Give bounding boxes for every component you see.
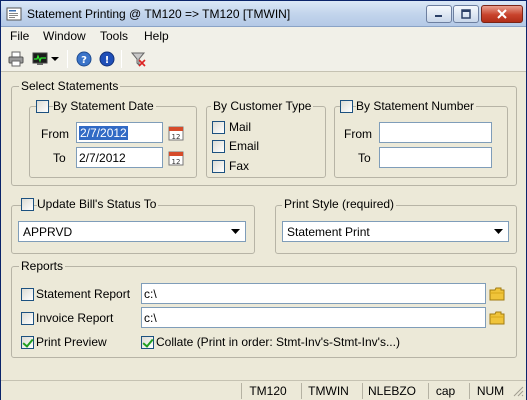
mail-checkbox[interactable] bbox=[212, 121, 225, 134]
calendar-icon[interactable]: 12 bbox=[168, 150, 184, 166]
monitor-button[interactable] bbox=[30, 49, 50, 69]
menu-help[interactable]: Help bbox=[144, 29, 169, 43]
printer-icon bbox=[8, 51, 24, 67]
title-bar[interactable]: Statement Printing @ TM120 => TM120 [TMW… bbox=[1, 1, 526, 27]
update-status-label: Update Bill's Status To bbox=[37, 197, 159, 211]
help-icon: ? bbox=[76, 51, 92, 67]
window-title: Statement Printing @ TM120 => TM120 [TMW… bbox=[27, 7, 291, 21]
clear-filter-button[interactable] bbox=[128, 49, 148, 69]
monitor-icon bbox=[32, 52, 48, 65]
status-bar: TM120 TMWIN NLEBZO cap NUM bbox=[1, 380, 526, 400]
status-user: NLEBZO bbox=[362, 383, 421, 399]
maximize-button[interactable] bbox=[453, 5, 479, 23]
minimize-button[interactable] bbox=[426, 5, 452, 23]
folder-icon[interactable] bbox=[489, 287, 505, 301]
invoice-report-label: Invoice Report bbox=[36, 311, 114, 325]
print-preview-checkbox[interactable] bbox=[21, 336, 34, 349]
toolbar-separator bbox=[121, 50, 122, 68]
app-icon bbox=[6, 7, 22, 21]
svg-text:12: 12 bbox=[172, 158, 181, 166]
number-from-input[interactable] bbox=[379, 122, 492, 143]
number-to-label: To bbox=[358, 151, 371, 165]
print-style-select-arrow[interactable] bbox=[491, 224, 506, 239]
close-icon bbox=[497, 9, 507, 19]
by-number-label: By Statement Number bbox=[356, 99, 477, 113]
svg-text:!: ! bbox=[105, 55, 110, 66]
by-customer-type-label: By Customer Type bbox=[211, 99, 314, 113]
toolbar-separator bbox=[67, 50, 68, 68]
dropdown-arrow-icon bbox=[231, 228, 240, 234]
menu-bar: File Window Tools Help bbox=[1, 27, 526, 46]
date-to-input[interactable]: 2/7/2012 bbox=[76, 147, 163, 168]
status-server: TM120 bbox=[241, 383, 294, 399]
date-from-value: 2/7/2012 bbox=[79, 126, 128, 140]
select-statements-legend: Select Statements bbox=[19, 79, 121, 93]
invoice-report-checkbox[interactable] bbox=[21, 312, 34, 325]
toolbar: ? ! bbox=[1, 46, 526, 72]
status-select-arrow[interactable] bbox=[228, 224, 243, 239]
number-to-input[interactable] bbox=[379, 147, 492, 168]
status-select-value: APPRVD bbox=[23, 225, 73, 239]
info-button[interactable]: ! bbox=[97, 49, 117, 69]
by-date-label: By Statement Date bbox=[53, 99, 156, 113]
status-caps: cap bbox=[428, 383, 462, 399]
status-num: NUM bbox=[469, 383, 511, 399]
close-button[interactable] bbox=[481, 5, 523, 23]
statement-printing-window: Statement Printing @ TM120 => TM120 [TMW… bbox=[0, 0, 527, 400]
email-checkbox[interactable] bbox=[212, 140, 225, 153]
maximize-icon bbox=[461, 9, 471, 19]
collate-label: Collate (Print in order: Stmt-Inv's-Stmt… bbox=[156, 335, 400, 349]
fax-checkbox[interactable] bbox=[212, 160, 225, 173]
reports-legend: Reports bbox=[19, 259, 66, 273]
email-label: Email bbox=[229, 139, 260, 153]
by-number-checkbox[interactable] bbox=[340, 100, 353, 113]
svg-text:?: ? bbox=[81, 55, 87, 66]
svg-text:12: 12 bbox=[172, 133, 181, 141]
resize-grip-icon[interactable] bbox=[513, 386, 524, 397]
date-from-label: From bbox=[41, 127, 69, 141]
print-style-value: Statement Print bbox=[287, 225, 370, 239]
statement-report-checkbox[interactable] bbox=[21, 288, 34, 301]
clear-filter-icon bbox=[130, 52, 146, 67]
status-database: TMWIN bbox=[301, 383, 355, 399]
calendar-icon[interactable]: 12 bbox=[168, 125, 184, 141]
print-button[interactable] bbox=[6, 49, 26, 69]
status-select[interactable]: APPRVD bbox=[18, 221, 246, 242]
menu-tools[interactable]: Tools bbox=[100, 29, 128, 43]
by-date-checkbox[interactable] bbox=[36, 100, 49, 113]
print-preview-label: Print Preview bbox=[36, 335, 107, 349]
dropdown-arrow-icon bbox=[494, 228, 503, 234]
dropdown-arrow-icon bbox=[51, 57, 59, 61]
mail-label: Mail bbox=[229, 120, 252, 134]
date-to-label: To bbox=[53, 151, 66, 165]
print-style-label: Print Style (required) bbox=[282, 197, 397, 211]
invoice-report-path-input[interactable]: c:\ bbox=[141, 307, 486, 328]
date-from-input[interactable]: 2/7/2012 bbox=[76, 122, 163, 143]
monitor-dropdown-button[interactable] bbox=[49, 49, 61, 69]
update-status-checkbox[interactable] bbox=[21, 198, 34, 211]
minimize-icon bbox=[435, 15, 442, 17]
info-icon: ! bbox=[99, 51, 115, 67]
statement-report-path-input[interactable]: c:\ bbox=[141, 283, 486, 304]
menu-file[interactable]: File bbox=[10, 29, 29, 43]
fax-label: Fax bbox=[229, 159, 250, 173]
folder-icon[interactable] bbox=[489, 311, 505, 325]
print-style-select[interactable]: Statement Print bbox=[282, 221, 509, 242]
menu-window[interactable]: Window bbox=[43, 29, 86, 43]
help-button[interactable]: ? bbox=[74, 49, 94, 69]
number-from-label: From bbox=[344, 127, 372, 141]
statement-report-label: Statement Report bbox=[36, 287, 131, 301]
collate-checkbox[interactable] bbox=[141, 336, 154, 349]
